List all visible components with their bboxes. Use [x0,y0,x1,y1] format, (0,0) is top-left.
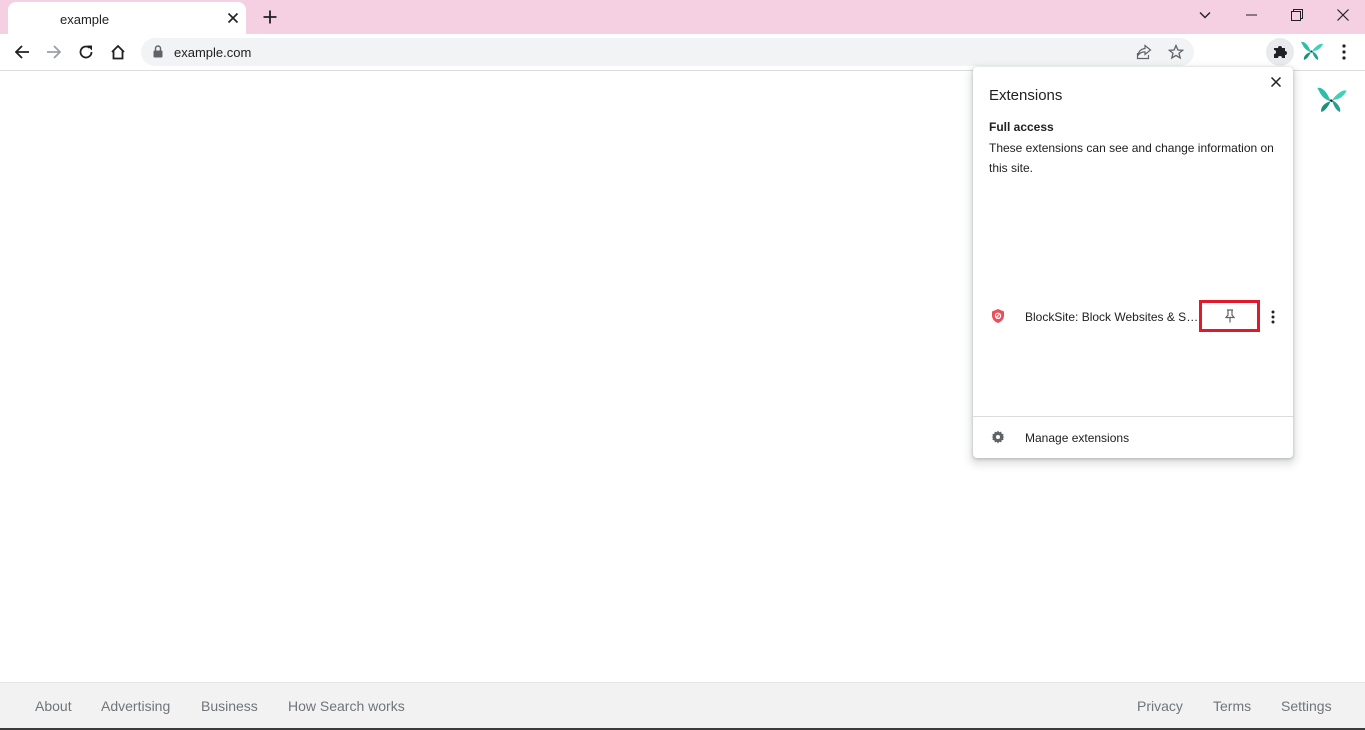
address-bar[interactable]: example.com [141,38,1194,66]
extension-more-options-icon[interactable] [1266,306,1280,328]
footer-link-how-search-works[interactable]: How Search works [288,698,405,714]
footer-link-settings[interactable]: Settings [1281,698,1332,714]
star-icon[interactable] [1166,42,1186,62]
full-access-description: These extensions can see and change info… [989,141,1274,175]
footer-link-terms[interactable]: Terms [1213,698,1251,714]
reload-icon[interactable] [72,38,100,66]
page-footer: About Advertising Business How Search wo… [0,682,1365,729]
pin-icon [1224,309,1235,323]
footer-link-business[interactable]: Business [201,698,258,714]
extension-row[interactable]: BlockSite: Block Websites & Sta... [973,300,1293,336]
window-close-icon[interactable] [1329,3,1357,27]
url-text[interactable]: example.com [174,45,251,60]
gear-icon [991,430,1005,449]
forward-arrow-icon[interactable] [40,38,68,66]
extension-name: BlockSite: Block Websites & Sta... [1025,310,1200,324]
restore-icon[interactable] [1283,3,1311,27]
kebab-menu-icon[interactable] [1334,38,1354,66]
browser-tab[interactable]: example [8,2,246,34]
full-access-heading: Full access [989,120,1054,134]
extensions-popup: Extensions Full access These extensions … [973,67,1293,458]
manage-extensions-label: Manage extensions [1025,431,1130,445]
extensions-puzzle-icon[interactable] [1266,38,1294,66]
popup-close-icon[interactable] [1267,73,1285,91]
tab-search-chevron-down-icon[interactable] [1191,3,1219,27]
pin-extension-button[interactable] [1199,300,1260,332]
popup-title: Extensions [989,87,1063,104]
tab-strip: example [0,0,1365,34]
lock-icon[interactable] [153,45,163,63]
footer-link-advertising[interactable]: Advertising [101,698,170,714]
browser-toolbar: example.com [0,34,1365,71]
tab-close-icon[interactable] [224,9,242,27]
butterfly-page-icon [1316,84,1348,121]
home-icon[interactable] [104,38,132,66]
footer-link-privacy[interactable]: Privacy [1137,698,1183,714]
new-tab-plus-icon[interactable] [258,5,282,29]
footer-link-about[interactable]: About [35,698,72,714]
minimize-icon[interactable] [1237,3,1265,27]
tab-title: example [60,12,110,27]
manage-extensions-button[interactable]: Manage extensions [973,417,1293,458]
butterfly-extension-icon[interactable] [1300,40,1324,67]
share-icon[interactable] [1134,42,1154,62]
back-arrow-icon[interactable] [8,38,36,66]
blocksite-shield-icon [990,308,1006,329]
